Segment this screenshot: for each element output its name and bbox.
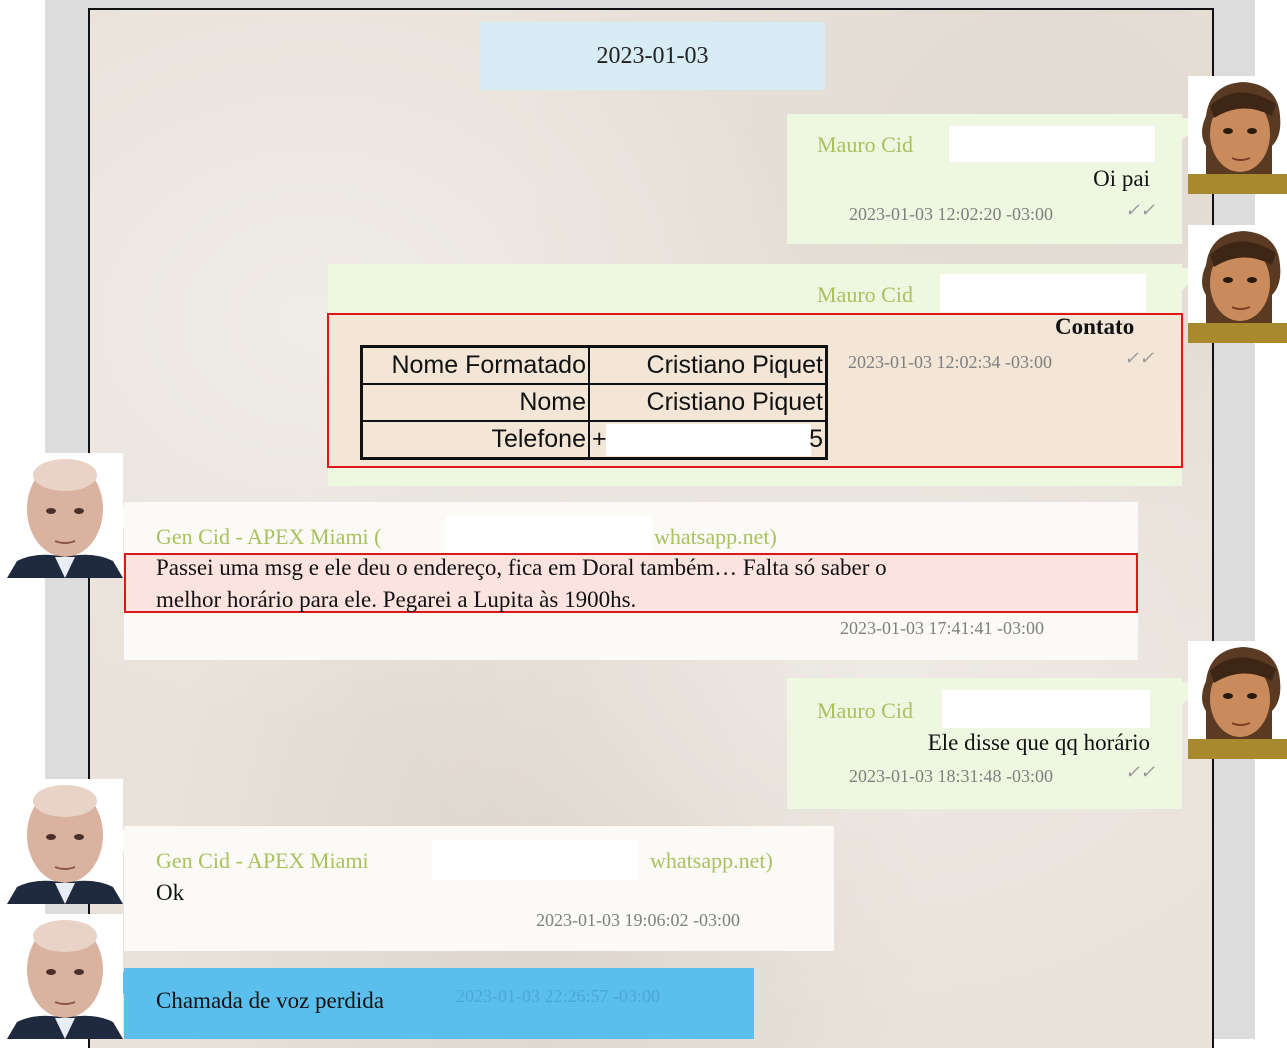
redaction-box bbox=[446, 516, 652, 554]
contact-table: Nome Formatado Cristiano Piquet Nome Cri… bbox=[360, 345, 828, 460]
double-check-icon: ✓✓ bbox=[1124, 348, 1155, 368]
contact-field-label: Telefone bbox=[360, 420, 590, 460]
contact-field-value: Cristiano Piquet bbox=[588, 383, 828, 422]
phone-redaction bbox=[606, 424, 811, 456]
message-bubble-incoming[interactable]: Gen Cid - APEX Miami whatsapp.net) Ok 20… bbox=[124, 826, 834, 951]
contact-field-value: + 5 bbox=[588, 420, 828, 460]
missed-call-bubble[interactable]: Chamada de voz perdida 2023-01-03 22:26:… bbox=[124, 968, 754, 1039]
avatar-gen-cid bbox=[7, 453, 123, 578]
message-timestamp: 2023-01-03 12:02:20 -03:00 bbox=[849, 204, 1053, 224]
avatar-mauro-cid bbox=[1188, 76, 1287, 194]
message-timestamp: 2023-01-03 18:31:48 -03:00 bbox=[849, 766, 1053, 786]
avatar-gen-cid bbox=[7, 914, 123, 1039]
redaction-box bbox=[942, 690, 1150, 728]
message-type-label: Contato bbox=[1055, 314, 1135, 339]
message-text-line: melhor horário para ele. Pegarei a Lupit… bbox=[156, 587, 637, 612]
message-timestamp: 2023-01-03 12:02:34 -03:00 bbox=[848, 352, 1052, 372]
message-text: Ok bbox=[156, 880, 185, 905]
message-bubble-outgoing[interactable]: Mauro Cid Ele disse que qq horário 2023-… bbox=[787, 678, 1182, 809]
message-timestamp: 2023-01-03 22:26:57 -03:00 bbox=[456, 986, 660, 1006]
sender-name: Mauro Cid bbox=[817, 698, 913, 723]
double-check-icon: ✓✓ bbox=[1125, 200, 1156, 220]
phone-prefix: + bbox=[592, 425, 607, 453]
contact-field-label: Nome bbox=[360, 383, 590, 422]
redaction-box bbox=[949, 126, 1155, 162]
message-text: Ele disse que qq horário bbox=[927, 730, 1150, 755]
message-bubble-outgoing[interactable]: Mauro Cid Oi pai 2023-01-03 12:02:20 -03… bbox=[787, 114, 1182, 244]
phone-suffix: 5 bbox=[809, 425, 823, 453]
message-text-line: Passei uma msg e ele deu o endereço, fic… bbox=[156, 555, 887, 580]
date-separator: 2023-01-03 bbox=[480, 22, 825, 90]
redaction-box bbox=[940, 274, 1146, 312]
avatar-mauro-cid bbox=[1188, 641, 1287, 759]
table-row: Telefone + 5 bbox=[360, 420, 828, 460]
avatar-gen-cid bbox=[7, 779, 123, 904]
sender-name: Mauro Cid bbox=[817, 282, 913, 307]
sender-domain: whatsapp.net) bbox=[654, 524, 777, 549]
message-text: Oi pai bbox=[1093, 166, 1150, 191]
contact-field-label: Nome Formatado bbox=[360, 345, 590, 385]
table-row: Nome Cristiano Piquet bbox=[360, 383, 828, 422]
missed-call-text: Chamada de voz perdida bbox=[156, 988, 384, 1013]
sender-name: Gen Cid - APEX Miami bbox=[156, 848, 369, 873]
sender-domain: whatsapp.net) bbox=[650, 848, 773, 873]
table-row: Nome Formatado Cristiano Piquet bbox=[360, 345, 828, 385]
avatar-mauro-cid bbox=[1188, 225, 1287, 343]
contact-field-value: Cristiano Piquet bbox=[588, 345, 828, 385]
double-check-icon: ✓✓ bbox=[1125, 762, 1156, 782]
message-timestamp: 2023-01-03 19:06:02 -03:00 bbox=[536, 910, 740, 930]
sender-name: Gen Cid - APEX Miami ( bbox=[156, 524, 382, 549]
redaction-box bbox=[432, 840, 638, 880]
message-timestamp: 2023-01-03 17:41:41 -03:00 bbox=[840, 618, 1044, 638]
sender-name: Mauro Cid bbox=[817, 132, 913, 157]
